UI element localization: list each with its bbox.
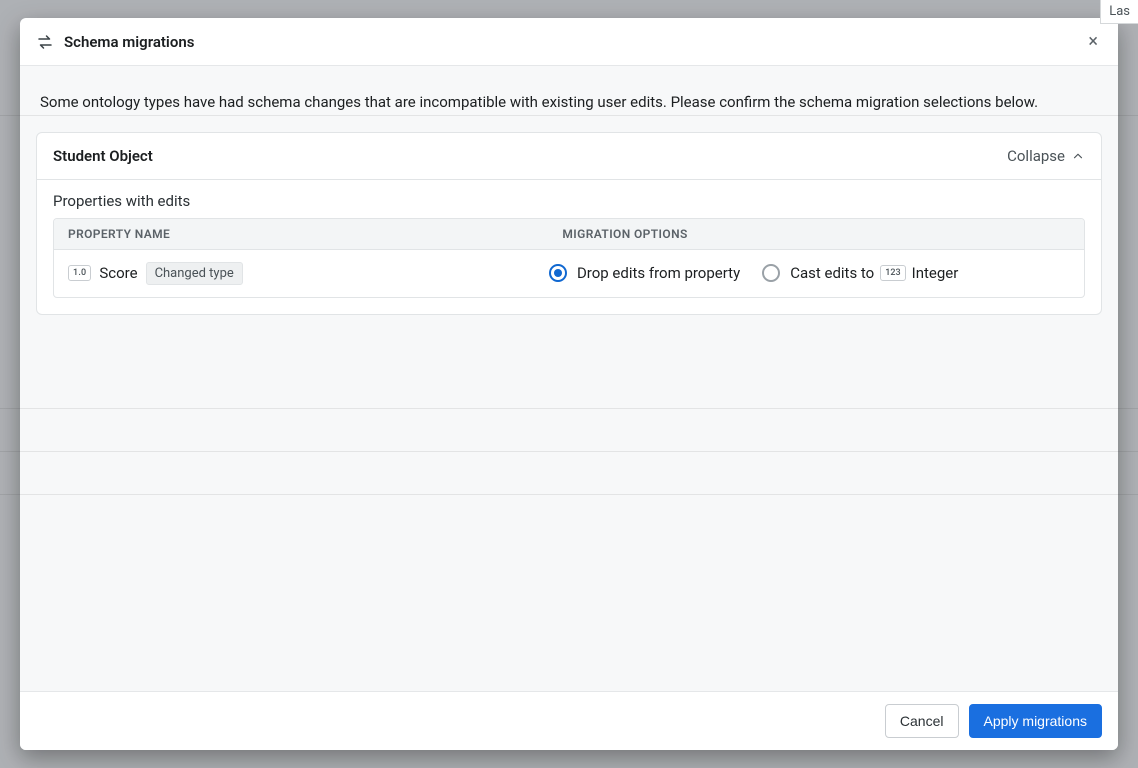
section-title: Student Object [53,147,153,165]
column-header-options: MIGRATION OPTIONS [548,219,1084,249]
migration-options: Drop edits from property Cast edits to 1… [549,264,1070,282]
background-divider [0,451,1138,452]
radio-label-drop: Drop edits from property [577,264,740,282]
background-divider [0,115,1138,116]
property-cell: 1.0 Score Changed type [68,262,549,285]
property-name: Score [99,264,137,282]
close-button[interactable]: × [1084,29,1102,55]
radio-option-drop[interactable]: Drop edits from property [549,264,740,282]
intro-text: Some ontology types have had schema chan… [36,82,1102,132]
radio-indicator [762,264,780,282]
table-head: PROPERTY NAME MIGRATION OPTIONS [54,219,1084,250]
background-fragment: Las [1100,0,1138,24]
modal-header: Schema migrations × [20,18,1118,66]
properties-table-wrap: PROPERTY NAME MIGRATION OPTIONS 1.0 Scor… [37,210,1101,314]
modal-title: Schema migrations [64,33,194,51]
apply-migrations-button[interactable]: Apply migrations [969,704,1103,738]
column-header-property: PROPERTY NAME [54,219,548,249]
properties-table: PROPERTY NAME MIGRATION OPTIONS 1.0 Scor… [53,218,1085,298]
table-row: 1.0 Score Changed type Drop edits from p… [54,250,1084,297]
type-name: Integer [912,264,959,282]
cancel-button[interactable]: Cancel [885,704,959,738]
change-chip: Changed type [146,262,243,285]
radio-label-cast-prefix: Cast edits to [790,264,874,282]
section-header: Student Object Collapse [37,133,1101,180]
modal-backdrop: Las Schema migrations × Some ontology ty… [0,0,1138,768]
background-divider [0,408,1138,409]
section-subheading: Properties with edits [37,180,1101,210]
chevron-up-icon [1071,149,1085,163]
radio-label-cast: Cast edits to 123 Integer [790,264,958,282]
radio-indicator [549,264,567,282]
modal-footer: Cancel Apply migrations [20,691,1118,750]
object-section: Student Object Collapse Properties with … [36,132,1102,315]
type-badge: 1.0 [68,265,91,281]
swap-icon [36,33,54,51]
schema-migrations-modal: Schema migrations × Some ontology types … [20,18,1118,750]
type-tag: 123 [880,265,905,281]
collapse-button[interactable]: Collapse [1007,147,1085,165]
modal-body: Some ontology types have had schema chan… [20,66,1118,691]
radio-option-cast[interactable]: Cast edits to 123 Integer [762,264,958,282]
collapse-label: Collapse [1007,147,1065,165]
background-divider [0,494,1138,495]
